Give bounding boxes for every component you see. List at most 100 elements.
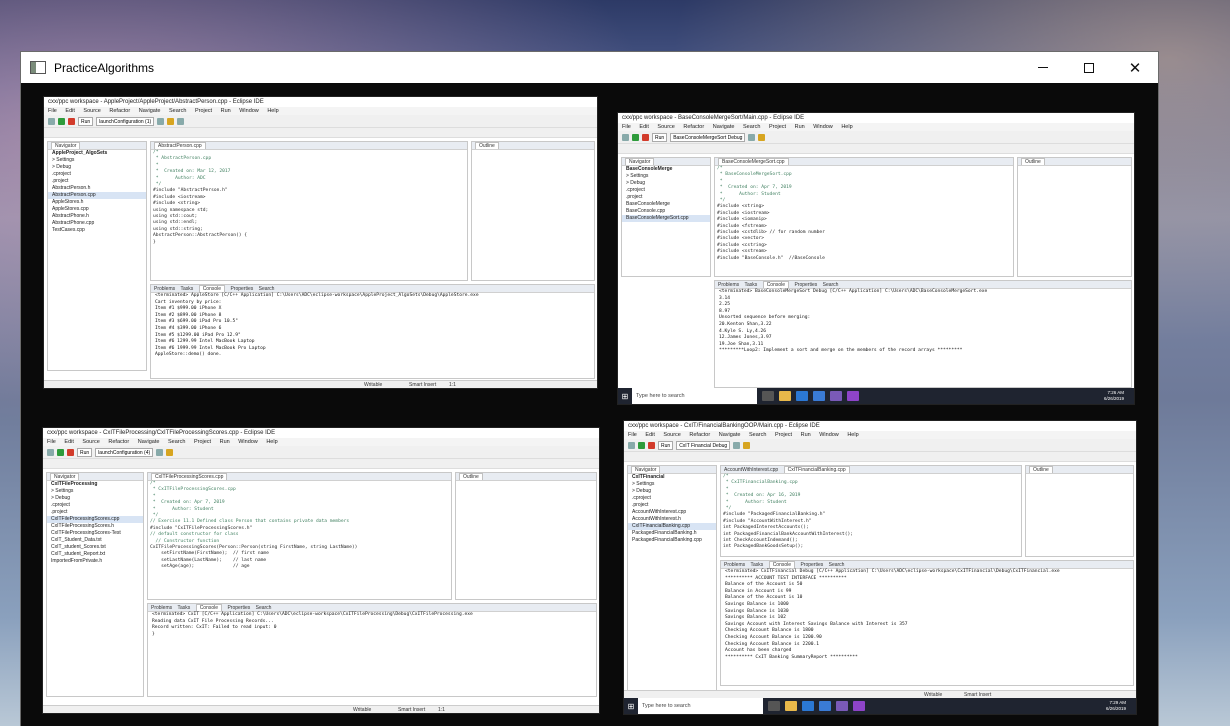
tab-problems[interactable]: Problems — [718, 282, 739, 288]
tree-item[interactable]: BaseConsoleMerge — [622, 166, 710, 173]
menu-source[interactable]: Source — [663, 432, 680, 438]
tab-search[interactable]: Search — [256, 605, 272, 611]
tree-item[interactable]: .project — [622, 194, 710, 201]
tree-item[interactable]: > Settings — [622, 173, 710, 180]
tree-item[interactable]: CxIT_Student_Data.txt — [47, 537, 143, 544]
tab-console[interactable]: Console — [762, 281, 790, 288]
tab-properties[interactable]: Properties — [227, 605, 250, 611]
task-view-icon[interactable] — [762, 391, 774, 401]
menu-help[interactable]: Help — [266, 439, 277, 445]
run-icon[interactable] — [632, 133, 639, 141]
navigator-tab[interactable]: Navigator — [622, 158, 710, 166]
menu-window[interactable]: Window — [238, 439, 258, 445]
menu-edit[interactable]: Edit — [65, 108, 74, 114]
edge-icon[interactable] — [802, 701, 814, 711]
menu-search[interactable]: Search — [743, 124, 760, 130]
new-class-icon[interactable] — [743, 441, 751, 449]
menu-window[interactable]: Window — [813, 124, 833, 130]
tree-item[interactable]: > Debug — [48, 164, 146, 171]
tree-item[interactable]: CxITFinancial — [628, 474, 716, 481]
menu-project[interactable]: Project — [775, 432, 792, 438]
menu-window[interactable]: Window — [239, 108, 259, 114]
tree-item[interactable]: AppleProject_AlgoSets — [48, 150, 146, 157]
eclipse-icon[interactable] — [836, 701, 848, 711]
tab-tasks[interactable]: Tasks — [745, 282, 758, 288]
menu-file[interactable]: File — [47, 439, 56, 445]
menu-run[interactable]: Run — [221, 108, 231, 114]
tab-properties[interactable]: Properties — [794, 282, 817, 288]
menu-navigate[interactable]: Navigate — [719, 432, 741, 438]
editor-tab[interactable]: CxITFileProcessingScores.cpp — [148, 473, 451, 481]
outline-tab[interactable]: Outline — [1018, 158, 1131, 166]
tab-problems[interactable]: Problems — [151, 605, 172, 611]
menu-help[interactable]: Help — [847, 432, 858, 438]
tab-search[interactable]: Search — [823, 282, 839, 288]
tab-properties[interactable]: Properties — [230, 286, 253, 292]
menu-search[interactable]: Search — [168, 439, 185, 445]
build-icon[interactable] — [47, 448, 54, 456]
tree-item[interactable]: AbstractPhone.h — [48, 213, 146, 220]
tree-item[interactable]: ImportedFromPrivate.h — [47, 558, 143, 565]
menu-edit[interactable]: Edit — [639, 124, 648, 130]
tab-tasks[interactable]: Tasks — [178, 605, 191, 611]
new-class-icon[interactable] — [758, 133, 766, 141]
tab-tasks[interactable]: Tasks — [751, 562, 764, 568]
new-class-icon[interactable] — [166, 448, 174, 456]
tree-item[interactable]: > Settings — [47, 488, 143, 495]
tree-item[interactable]: .cproject — [48, 171, 146, 178]
tree-item[interactable]: > Debug — [47, 495, 143, 502]
tree-item[interactable]: > Debug — [622, 180, 710, 187]
launch-mode-select[interactable]: Run — [658, 440, 674, 450]
debug-icon[interactable] — [157, 117, 165, 125]
tab-problems[interactable]: Problems — [724, 562, 745, 568]
tab-console[interactable]: Console — [195, 604, 223, 611]
tree-item[interactable]: > Debug — [628, 488, 716, 495]
tree-item[interactable]: .project — [628, 502, 716, 509]
menu-navigate[interactable]: Navigate — [138, 439, 160, 445]
tree-item[interactable]: AppleStores.h — [48, 199, 146, 206]
build-icon[interactable] — [628, 441, 635, 449]
menu-help[interactable]: Help — [841, 124, 852, 130]
editor-tab[interactable]: CxITFinancialBanking.cpp — [783, 466, 850, 473]
menu-source[interactable]: Source — [83, 108, 100, 114]
launch-config-select[interactable]: launchConfiguration (1) — [96, 116, 155, 126]
menu-run[interactable]: Run — [801, 432, 811, 438]
editor-tab[interactable]: BaseConsoleMergeSort.cpp — [715, 158, 1013, 166]
navigator-tab[interactable]: Navigator — [48, 142, 146, 150]
tree-item[interactable]: BaseConsoleMerge — [622, 201, 710, 208]
editor-tab-secondary[interactable]: AccountWithInterest.cpp — [724, 467, 778, 473]
launch-config-select[interactable]: CxIT Financial Debug — [676, 440, 731, 450]
launch-mode-select[interactable]: Run — [77, 447, 93, 457]
stop-icon[interactable] — [67, 448, 74, 456]
tree-item[interactable]: BaseConsole.cpp — [622, 208, 710, 215]
tab-tasks[interactable]: Tasks — [181, 286, 194, 292]
menu-navigate[interactable]: Navigate — [139, 108, 161, 114]
debug-icon[interactable] — [748, 133, 756, 141]
menu-source[interactable]: Source — [82, 439, 99, 445]
window-titlebar[interactable]: PracticeAlgorithms ✕ — [21, 52, 1158, 83]
menu-project[interactable]: Project — [195, 108, 212, 114]
tree-item[interactable]: CxITFileProcessingScores.h — [47, 523, 143, 530]
launch-config-select[interactable]: launchConfiguration (4) — [95, 447, 154, 457]
editor-tab[interactable]: AbstractPerson.cpp — [151, 142, 467, 150]
taskbar-search-box[interactable]: Type here to search — [638, 698, 763, 714]
minimize-button[interactable] — [1020, 52, 1066, 83]
launch-config-select[interactable]: BaseConsoleMergeSort Debug — [670, 132, 746, 142]
tree-item[interactable]: TestCases.cpp — [48, 227, 146, 234]
menu-file[interactable]: File — [628, 432, 637, 438]
search-icon[interactable] — [177, 117, 185, 125]
outline-tab[interactable]: Outline — [456, 473, 596, 481]
tree-item[interactable]: .cproject — [622, 187, 710, 194]
debug-icon[interactable] — [733, 441, 741, 449]
outline-tab[interactable]: Outline — [472, 142, 594, 150]
menu-run[interactable]: Run — [795, 124, 805, 130]
build-icon[interactable] — [48, 117, 55, 125]
menu-navigate[interactable]: Navigate — [713, 124, 735, 130]
tab-search[interactable]: Search — [829, 562, 845, 568]
file-explorer-icon[interactable] — [785, 701, 797, 711]
task-view-icon[interactable] — [768, 701, 780, 711]
tree-item[interactable]: CxITFileProcessingScores.cpp — [47, 516, 143, 523]
tab-properties[interactable]: Properties — [800, 562, 823, 568]
tab-console[interactable]: Console — [198, 285, 226, 292]
tree-item[interactable]: .cproject — [47, 502, 143, 509]
